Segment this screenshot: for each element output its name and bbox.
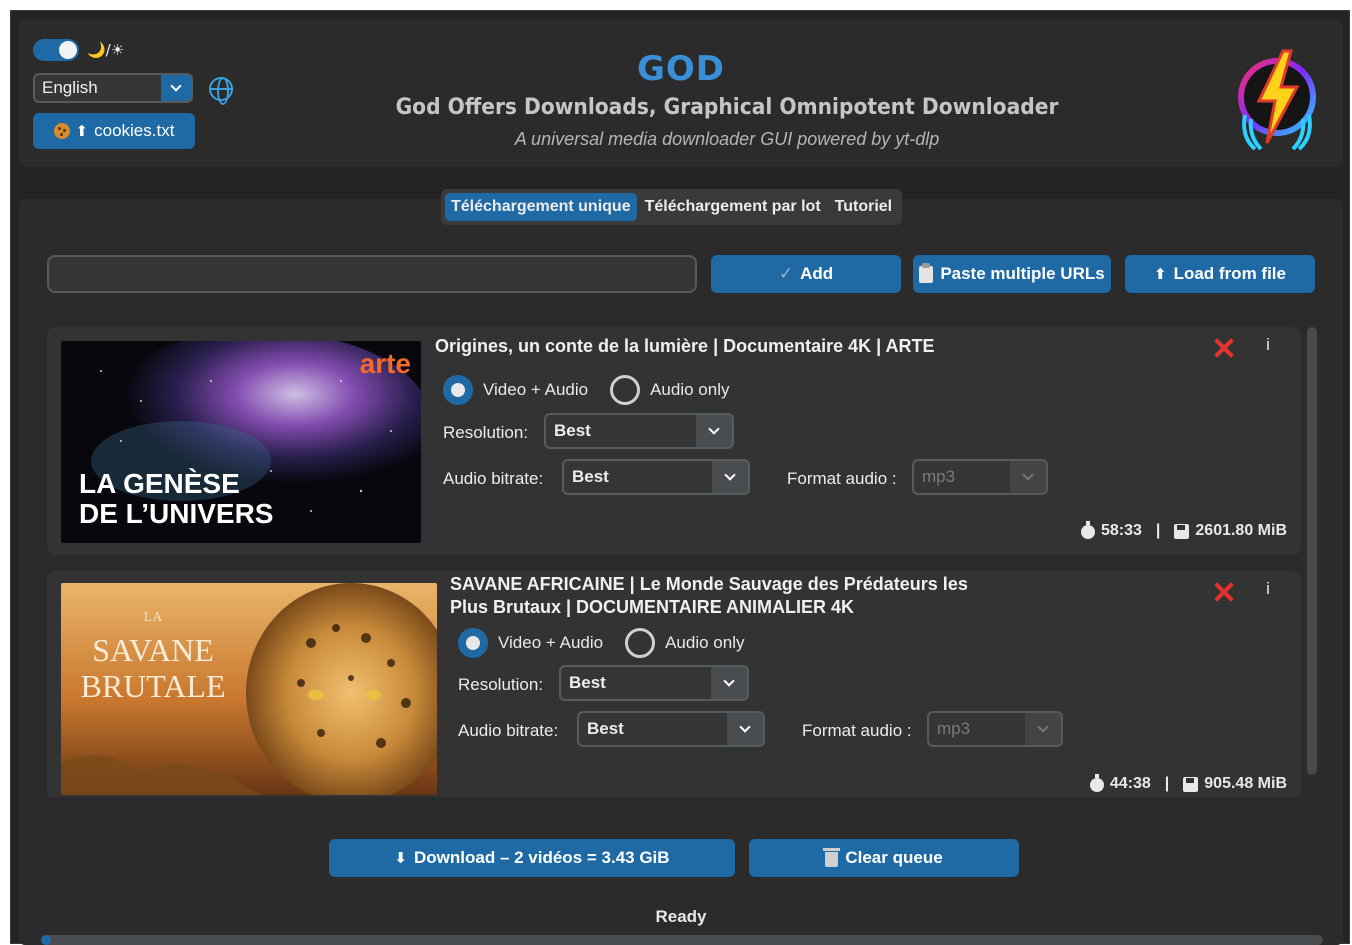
- duration: 58:33: [1100, 522, 1142, 539]
- status-text: Ready: [655, 907, 707, 926]
- trash-icon: [823, 848, 841, 867]
- video-thumbnail: arte LA GENÈSE DE L’UNIVERS: [61, 341, 421, 543]
- load-label: Load from file: [1173, 264, 1286, 283]
- bitrate-value: Best: [587, 719, 624, 738]
- download-button[interactable]: ⬇ Download – 2 vidéos = 3.43 GiB: [329, 839, 735, 877]
- radio-audio-only[interactable]: [625, 628, 656, 658]
- thumb-line-2: DE L’UNIVERS: [79, 498, 273, 529]
- app-logo-icon: [1238, 49, 1316, 151]
- info-icon[interactable]: i: [1261, 579, 1275, 603]
- resolution-select[interactable]: Best: [544, 413, 734, 449]
- format-select[interactable]: mp3: [912, 459, 1048, 495]
- format-label: Format audio :: [802, 721, 912, 740]
- meta-separator: |: [1164, 775, 1170, 792]
- resolution-label: Resolution:: [458, 675, 544, 694]
- tab-tutorial[interactable]: Tutoriel: [829, 193, 898, 221]
- floppy-icon: [1183, 776, 1199, 792]
- clipboard-icon: [919, 262, 934, 283]
- radio-audio-only[interactable]: [610, 375, 641, 405]
- download-icon: ⬇: [394, 849, 407, 867]
- resolution-value: Best: [554, 421, 591, 440]
- app-tagline: A universal media downloader GUI powered…: [514, 129, 940, 149]
- chevron-down-icon: [1010, 461, 1046, 493]
- url-input[interactable]: [47, 255, 697, 293]
- thumb-brand: arte: [360, 348, 411, 379]
- thumb-line-1: SAVANE: [92, 632, 214, 668]
- tab-batch-download[interactable]: Téléchargement par lot: [639, 193, 827, 221]
- paste-urls-button[interactable]: Paste multiple URLs: [913, 255, 1111, 293]
- add-button[interactable]: ✓ Add: [711, 255, 901, 293]
- format-label: Format audio :: [787, 469, 897, 488]
- format-value: mp3: [922, 467, 956, 486]
- upload-icon: ⬆: [1154, 265, 1167, 283]
- radio-audio-only-label: Audio only: [665, 633, 745, 652]
- download-queue: arte LA GENÈSE DE L’UNIVERS Origines, un…: [47, 327, 1303, 797]
- radio-video-audio-label: Video + Audio: [498, 633, 604, 652]
- add-label: Add: [800, 264, 834, 283]
- stopwatch-icon: [1080, 521, 1095, 539]
- clear-queue-button[interactable]: Clear queue: [749, 839, 1019, 877]
- resolution-select[interactable]: Best: [559, 665, 749, 701]
- floppy-icon: [1174, 523, 1190, 539]
- thumb-line-0: LA: [144, 610, 164, 625]
- video-meta: 44:38 | 905.48 MiB: [1089, 774, 1287, 793]
- chevron-down-icon: [1025, 713, 1061, 745]
- video-thumbnail: LA SAVANE BRUTALE: [61, 583, 437, 795]
- app-window: 🌙/☀ English ⬆ cookies.txt GOD God Offers…: [10, 10, 1350, 945]
- queue-scrollbar[interactable]: [1307, 327, 1317, 775]
- main-panel: Téléchargement unique Téléchargement par…: [19, 189, 1343, 945]
- queue-item: arte LA GENÈSE DE L’UNIVERS Origines, un…: [47, 327, 1301, 555]
- file-size: 2601.80 MiB: [1195, 522, 1287, 539]
- bitrate-select[interactable]: Best: [577, 711, 765, 747]
- radio-video-audio[interactable]: [458, 628, 488, 658]
- radio-video-audio-label: Video + Audio: [483, 380, 589, 399]
- bitrate-label: Audio bitrate:: [458, 721, 559, 740]
- queue-item: LA SAVANE BRUTALE SAVANE AFRICAINE | Le …: [47, 571, 1301, 797]
- video-title: Origines, un conte de la lumière | Docum…: [435, 336, 935, 356]
- mode-radio-group: Video + Audio Audio only: [443, 375, 741, 405]
- duration: 44:38: [1109, 775, 1151, 792]
- bitrate-label: Audio bitrate:: [443, 469, 544, 488]
- meta-separator: |: [1155, 522, 1161, 539]
- stopwatch-icon: [1089, 774, 1104, 792]
- chevron-down-icon: [727, 713, 763, 745]
- chevron-down-icon: [711, 667, 747, 699]
- load-file-button[interactable]: ⬆ Load from file: [1125, 255, 1315, 293]
- radio-audio-only-label: Audio only: [650, 380, 730, 399]
- resolution-value: Best: [569, 673, 606, 692]
- app-title: GOD: [636, 49, 726, 89]
- download-label: Download – 2 vidéos = 3.43 GiB: [414, 848, 670, 867]
- clear-label: Clear queue: [845, 848, 943, 867]
- chevron-down-icon: [696, 415, 732, 447]
- paste-label: Paste multiple URLs: [940, 264, 1105, 283]
- close-icon[interactable]: [1211, 579, 1237, 605]
- format-select[interactable]: mp3: [927, 711, 1063, 747]
- thumb-line-1: LA GENÈSE: [79, 468, 240, 499]
- format-value: mp3: [937, 719, 971, 738]
- thumb-line-2: BRUTALE: [81, 668, 226, 704]
- bitrate-value: Best: [572, 467, 609, 486]
- chevron-down-icon: [712, 461, 748, 493]
- mode-radio-group: Video + Audio Audio only: [458, 628, 756, 658]
- tab-single-download[interactable]: Téléchargement unique: [445, 193, 637, 221]
- bitrate-select[interactable]: Best: [562, 459, 750, 495]
- tab-bar: Téléchargement unique Téléchargement par…: [441, 189, 903, 225]
- file-size: 905.48 MiB: [1204, 775, 1287, 792]
- header: 🌙/☀ English ⬆ cookies.txt GOD God Offers…: [19, 19, 1343, 167]
- video-meta: 58:33 | 2601.80 MiB: [1080, 521, 1287, 540]
- video-title: SAVANE AFRICAINE | Le Monde Sauvage des …: [450, 574, 968, 617]
- app-subtitle: God Offers Downloads, Graphical Omnipote…: [395, 95, 1059, 120]
- check-icon: ✓: [778, 264, 794, 284]
- close-icon[interactable]: [1211, 335, 1237, 361]
- radio-video-audio[interactable]: [443, 375, 473, 405]
- info-icon[interactable]: i: [1261, 335, 1275, 359]
- resolution-label: Resolution:: [443, 423, 529, 442]
